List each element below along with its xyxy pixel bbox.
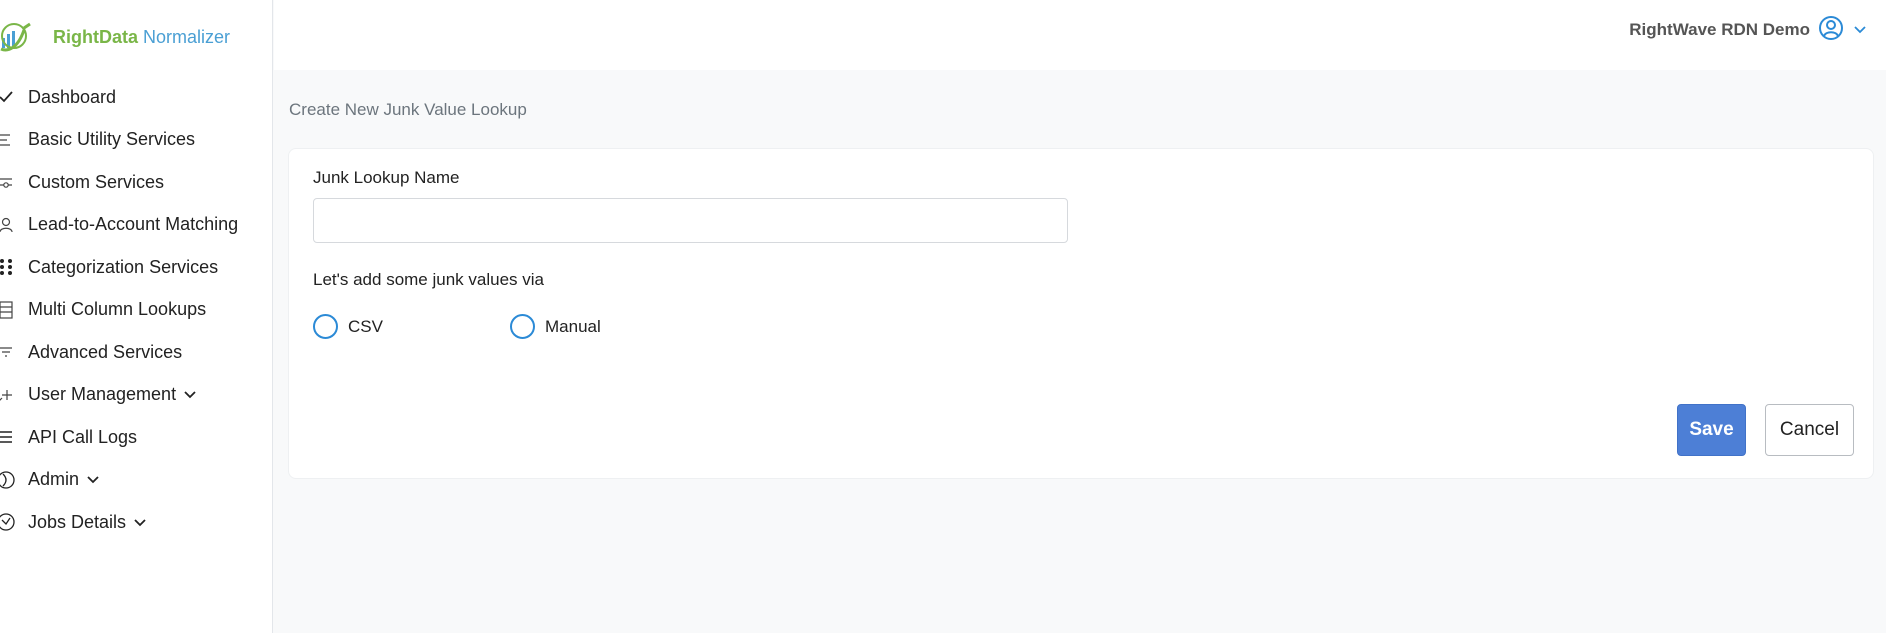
admin-icon <box>0 470 16 490</box>
sidebar-item-label: Admin <box>28 469 99 490</box>
grid-dots-icon <box>0 257 16 277</box>
brand-logo[interactable]: RightData Normalizer <box>0 22 230 52</box>
page-title: Create New Junk Value Lookup <box>289 100 527 119</box>
sidebar-item-admin[interactable]: Admin <box>0 459 272 502</box>
chevron-down-icon <box>134 512 146 533</box>
list-icon <box>0 130 16 150</box>
sidebar-item-custom-services[interactable]: Custom Services <box>0 161 272 204</box>
chevron-down-icon <box>184 384 196 405</box>
sidebar-item-advanced-services[interactable]: Advanced Services <box>0 331 272 374</box>
user-menu[interactable]: RightWave RDN Demo <box>1629 15 1866 46</box>
sidebar-item-label: User Management <box>28 384 196 405</box>
sidebar-item-basic-utility-services[interactable]: Basic Utility Services <box>0 119 272 162</box>
sidebar-item-dashboard[interactable]: Dashboard <box>0 76 272 119</box>
brand-name-part1: RightData <box>53 26 138 47</box>
sidebar-item-multi-column-lookups[interactable]: Multi Column Lookups <box>0 289 272 332</box>
sliders-icon <box>0 172 16 192</box>
junk-lookup-name-label: Junk Lookup Name <box>313 168 460 187</box>
sidebar-item-label: Categorization Services <box>28 256 219 277</box>
sidebar-item-jobs-details[interactable]: Jobs Details <box>0 501 272 544</box>
sidebar-item-label: Lead-to-Account Matching <box>28 214 239 235</box>
save-button[interactable]: Save <box>1677 404 1746 456</box>
sidebar-item-user-management[interactable]: User Management <box>0 374 272 417</box>
radio-manual[interactable]: Manual <box>510 314 601 339</box>
sidebar-item-label-text: User Management <box>28 384 177 405</box>
cancel-button[interactable]: Cancel <box>1765 404 1854 456</box>
sidebar-item-label-text: Admin <box>28 469 80 490</box>
radio-csv-label: CSV <box>348 316 383 336</box>
brand-name-part2: Normalizer <box>143 26 231 47</box>
form-card: Junk Lookup Name Let's add some junk val… <box>288 148 1874 479</box>
user-icon <box>0 215 16 235</box>
sidebar-item-label: Dashboard <box>28 86 117 107</box>
chevron-down-icon <box>1854 20 1866 40</box>
brand-name: RightData Normalizer <box>53 27 230 48</box>
sidebar: RightData Normalizer Dashboard Basic Uti… <box>0 0 273 633</box>
radio-circle[interactable] <box>510 314 535 339</box>
sidebar-item-label: Basic Utility Services <box>28 129 196 150</box>
sidebar-item-label: API Call Logs <box>28 426 138 447</box>
sidebar-item-lead-to-account-matching[interactable]: Lead-to-Account Matching <box>0 204 272 247</box>
radio-csv[interactable]: CSV <box>313 314 383 339</box>
check-icon <box>0 87 16 107</box>
clock-icon <box>0 512 16 532</box>
logo-icon <box>0 22 31 52</box>
sidebar-item-label: Advanced Services <box>28 341 183 362</box>
table-icon <box>0 300 16 320</box>
junk-values-via-label: Let's add some junk values via <box>313 270 544 289</box>
sidebar-item-api-call-logs[interactable]: API Call Logs <box>0 416 272 459</box>
user-plus-icon <box>0 385 16 405</box>
sidebar-item-label-text: Jobs Details <box>28 511 127 532</box>
sidebar-item-label: Multi Column Lookups <box>28 299 207 320</box>
radio-circle[interactable] <box>313 314 338 339</box>
junk-lookup-name-input[interactable] <box>313 198 1068 243</box>
radio-manual-label: Manual <box>545 316 601 336</box>
sidebar-item-label: Custom Services <box>28 171 165 192</box>
user-name: RightWave RDN Demo <box>1629 20 1810 39</box>
lines-icon <box>0 427 16 447</box>
filter-icon <box>0 342 16 362</box>
top-header: RightWave RDN Demo <box>274 0 1886 70</box>
sidebar-item-label: Jobs Details <box>28 512 146 533</box>
user-circle-icon <box>1818 15 1844 46</box>
chevron-down-icon <box>87 469 99 490</box>
sidebar-item-categorization-services[interactable]: Categorization Services <box>0 246 272 289</box>
sidebar-nav: Dashboard Basic Utility Services Custom … <box>0 76 272 544</box>
